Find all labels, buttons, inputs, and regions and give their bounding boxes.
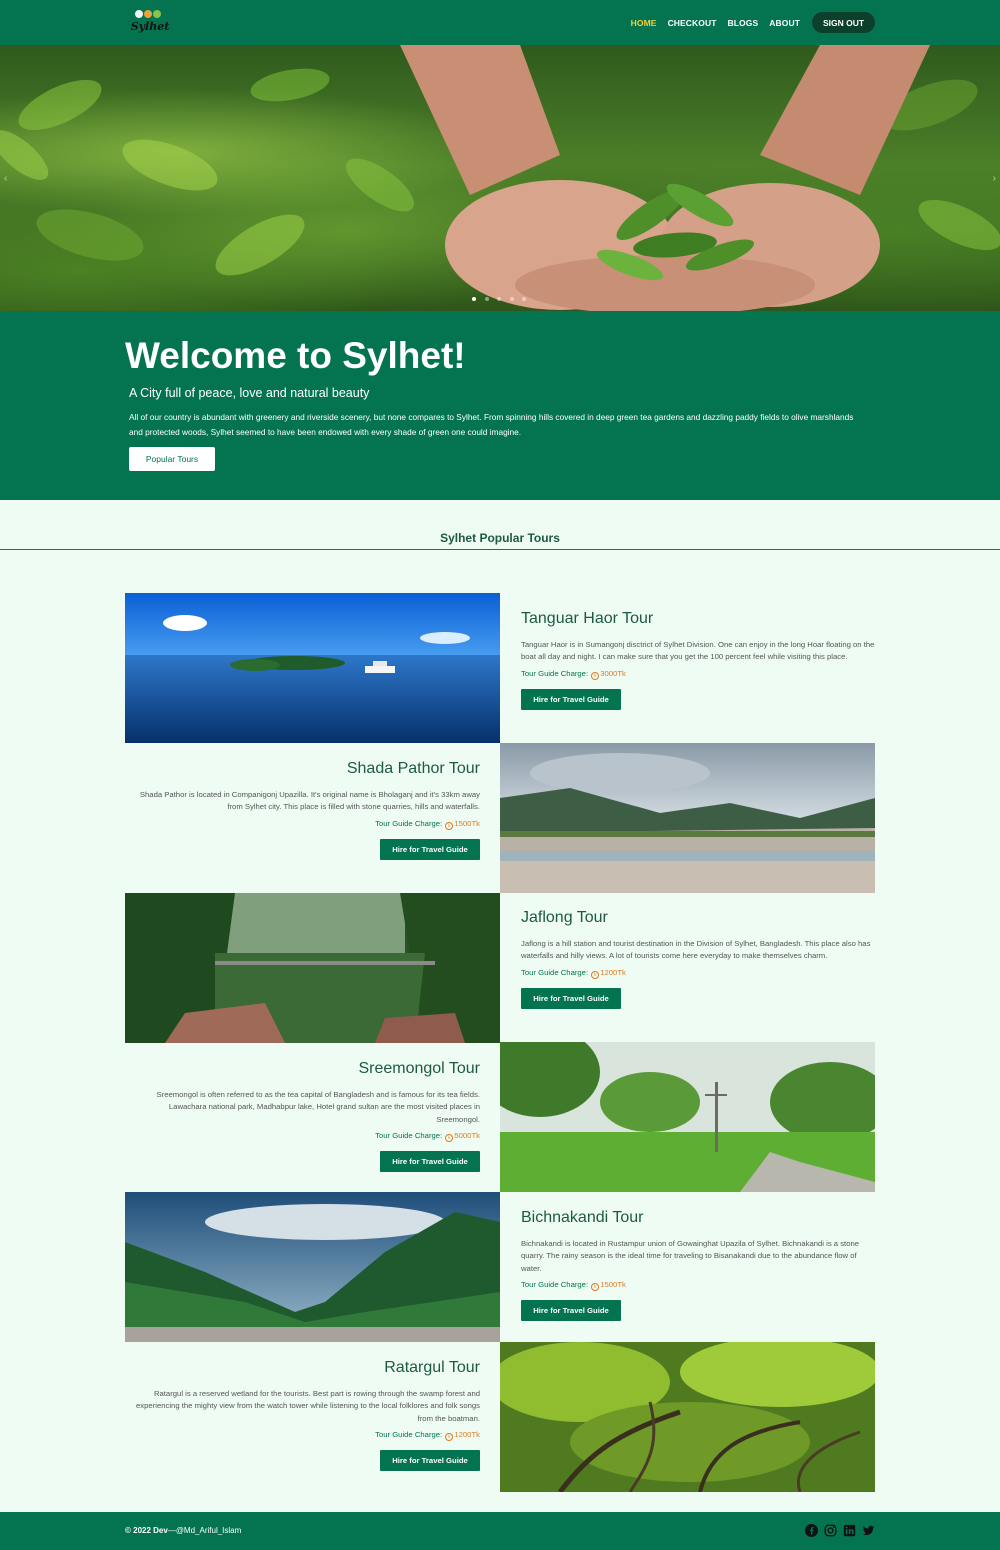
tour-charge: Tour Guide Charge: ৳ 1500Tk: [521, 1280, 876, 1291]
social-links: [799, 1524, 875, 1537]
hero-carousel: ‹ ›: [0, 45, 1000, 311]
tour-description: Tanguar Haor is in Sumangonj disctrict o…: [521, 640, 875, 662]
nav-link-home[interactable]: HOME: [631, 18, 657, 28]
hero-image: [0, 45, 1000, 311]
facebook-icon[interactable]: [805, 1524, 818, 1537]
tour-title: Sreemongol Tour: [358, 1060, 480, 1077]
tour-price: 1200Tk: [454, 1429, 480, 1439]
tour-price: 1500Tk: [600, 1279, 626, 1289]
tour-body: Bichnakandi Tour Bichnakandi is located …: [521, 1209, 876, 1321]
site-logo[interactable]: Sylhet: [130, 7, 170, 37]
hire-guide-button[interactable]: Hire for Travel Guide: [380, 1150, 480, 1172]
twitter-icon[interactable]: [862, 1524, 875, 1537]
charge-label: Tour Guide Charge:: [521, 967, 589, 977]
hire-guide-button[interactable]: Hire for Travel Guide: [380, 838, 480, 860]
hire-guide-button[interactable]: Hire for Travel Guide: [521, 688, 621, 710]
welcome-text: All of our country is abundant with gree…: [129, 412, 854, 437]
hire-guide-button[interactable]: Hire for Travel Guide: [380, 1449, 480, 1471]
tour-image: [500, 1342, 875, 1492]
logo-mark: [133, 7, 167, 21]
tour-price: 3000Tk: [600, 668, 626, 678]
popular-tours-button[interactable]: Popular Tours: [129, 447, 215, 471]
author-handle: —@Md_Ariful_Islam: [167, 1526, 242, 1535]
tour-body: Jaflong Tour Jaflong is a hill station a…: [521, 909, 876, 1009]
tour-description: Bichnakandi is located in Rustampur unio…: [521, 1239, 860, 1273]
taka-icon: ৳: [445, 1133, 454, 1142]
footer: © 2022 Dev—@Md_Ariful_Islam: [0, 1512, 1000, 1550]
tour-description: Sreemongol is often referred to as the t…: [156, 1090, 481, 1124]
tour-price: 5000Tk: [454, 1130, 480, 1140]
tour-image: [125, 1192, 500, 1342]
tour-price: 1200Tk: [600, 967, 626, 977]
charge-label: Tour Guide Charge:: [375, 818, 443, 828]
nav-link-about[interactable]: ABOUT: [769, 18, 800, 28]
tour-body: Tanguar Haor Tour Tanguar Haor is in Sum…: [521, 610, 876, 710]
charge-label: Tour Guide Charge:: [375, 1130, 443, 1140]
tour-title: Shada Pathor Tour: [346, 760, 480, 777]
instagram-icon[interactable]: [824, 1524, 837, 1537]
welcome-subtitle: A City full of peace, love and natural b…: [129, 386, 370, 400]
carousel-dot[interactable]: [472, 297, 476, 301]
hire-guide-button[interactable]: Hire for Travel Guide: [521, 1299, 621, 1321]
tour-title: Jaflong Tour: [521, 909, 608, 926]
welcome-section: Welcome to Sylhet! A City full of peace,…: [0, 311, 1000, 500]
tour-description: Shada Pathor is located in Companigonj U…: [139, 790, 480, 812]
navbar: Sylhet HOME CHECKOUT BLOGS ABOUT SIGN OU…: [0, 0, 1000, 45]
tour-charge: Tour Guide Charge: ৳ 1200Tk: [125, 1430, 480, 1441]
charge-label: Tour Guide Charge:: [521, 668, 589, 678]
tour-body: Shada Pathor Tour Shada Pathor is locate…: [125, 760, 480, 860]
nav-links: HOME CHECKOUT BLOGS ABOUT SIGN OUT: [620, 0, 875, 45]
tour-description: Jaflong is a hill station and tourist de…: [521, 939, 871, 961]
nav-link-checkout[interactable]: CHECKOUT: [668, 18, 717, 28]
carousel-dot[interactable]: [484, 297, 489, 301]
copyright-text: © 2022 Dev: [125, 1526, 168, 1535]
footer-copyright: © 2022 Dev—@Md_Ariful_Islam: [125, 1526, 241, 1535]
taka-icon: ৳: [591, 671, 600, 680]
charge-label: Tour Guide Charge:: [521, 1279, 589, 1289]
carousel-dot[interactable]: [509, 297, 514, 301]
tour-image: [500, 743, 875, 893]
carousel-prev-icon[interactable]: ‹: [4, 173, 7, 184]
logo-text: Sylhet: [130, 20, 170, 33]
tour-title: Tanguar Haor Tour: [521, 610, 654, 627]
hire-guide-button[interactable]: Hire for Travel Guide: [521, 987, 621, 1009]
tour-price: 1500Tk: [454, 818, 480, 828]
tour-description: Ratargul is a reserved wetland for the t…: [136, 1389, 480, 1423]
taka-icon: ৳: [591, 1282, 600, 1291]
carousel-dot[interactable]: [497, 297, 501, 301]
tour-title: Bichnakandi Tour: [521, 1209, 644, 1226]
nav-link-blogs[interactable]: BLOGS: [728, 18, 759, 28]
tour-charge: Tour Guide Charge: ৳ 3000Tk: [521, 669, 876, 680]
tour-body: Ratargul Tour Ratargul is a reserved wet…: [125, 1359, 480, 1471]
tour-image: [125, 593, 500, 743]
taka-icon: ৳: [591, 970, 600, 979]
tour-charge: Tour Guide Charge: ৳ 1500Tk: [125, 819, 480, 830]
carousel-indicators: [472, 297, 535, 301]
taka-icon: ৳: [445, 821, 454, 830]
section-divider: [0, 549, 1000, 550]
section-title: Sylhet Popular Tours: [440, 531, 560, 545]
tour-charge: Tour Guide Charge: ৳ 5000Tk: [125, 1131, 480, 1142]
linkedin-icon[interactable]: [843, 1524, 856, 1537]
tour-charge: Tour Guide Charge: ৳ 1200Tk: [521, 968, 876, 979]
carousel-next-icon[interactable]: ›: [993, 173, 996, 184]
tour-body: Sreemongol Tour Sreemongol is often refe…: [125, 1060, 480, 1172]
tour-image: [500, 1042, 875, 1192]
carousel-dot[interactable]: [522, 297, 526, 301]
charge-label: Tour Guide Charge:: [375, 1429, 443, 1439]
tour-title: Ratargul Tour: [384, 1359, 480, 1376]
tour-image: [125, 893, 500, 1043]
taka-icon: ৳: [445, 1432, 454, 1441]
sign-out-button[interactable]: SIGN OUT: [812, 12, 875, 33]
welcome-title: Welcome to Sylhet!: [125, 335, 466, 376]
